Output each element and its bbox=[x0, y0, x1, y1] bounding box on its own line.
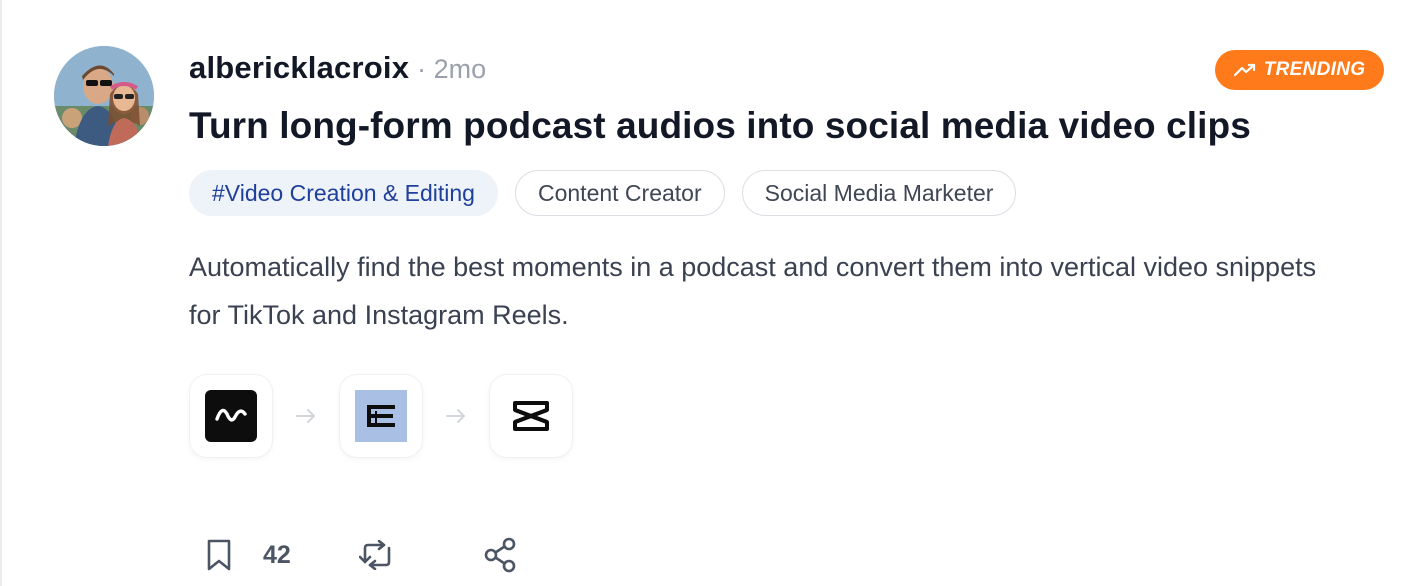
tool-chain bbox=[189, 374, 573, 458]
tag-role[interactable]: Content Creator bbox=[514, 170, 725, 216]
author-username[interactable]: albericklacroix bbox=[189, 50, 409, 86]
trending-up-icon bbox=[1233, 63, 1255, 77]
share-icon bbox=[484, 537, 516, 573]
waveform-app-icon bbox=[205, 390, 257, 442]
repost-icon bbox=[358, 540, 391, 570]
bookmark-icon bbox=[207, 539, 231, 571]
trending-label: TRENDING bbox=[1263, 59, 1366, 80]
bookmark-count: 42 bbox=[263, 540, 291, 569]
tool-waveform[interactable] bbox=[189, 374, 273, 458]
arrow-right-icon bbox=[273, 408, 339, 424]
tool-stacked-e[interactable] bbox=[339, 374, 423, 458]
share-button[interactable] bbox=[483, 537, 517, 573]
bookmark-button[interactable]: 42 bbox=[205, 538, 291, 572]
avatar[interactable] bbox=[54, 46, 154, 146]
tool-capcut[interactable] bbox=[489, 374, 573, 458]
trending-badge: TRENDING bbox=[1215, 50, 1384, 90]
post-header: albericklacroix · 2mo bbox=[189, 50, 486, 94]
post-actions: 42 bbox=[205, 533, 517, 577]
tag-list: #Video Creation & Editing Content Creato… bbox=[189, 170, 1017, 216]
post-time: · 2mo bbox=[417, 54, 487, 84]
arrow-right-icon bbox=[423, 408, 489, 424]
tag-role[interactable]: Social Media Marketer bbox=[741, 170, 1017, 216]
post-description: Automatically find the best moments in a… bbox=[189, 252, 1317, 330]
tag-category[interactable]: #Video Creation & Editing bbox=[189, 170, 498, 216]
card-left-border bbox=[0, 0, 2, 586]
stacked-e-app-icon bbox=[355, 390, 407, 442]
repost-button[interactable] bbox=[358, 540, 395, 570]
post-title[interactable]: Turn long-form podcast audios into socia… bbox=[189, 105, 1251, 147]
capcut-icon bbox=[513, 401, 549, 431]
